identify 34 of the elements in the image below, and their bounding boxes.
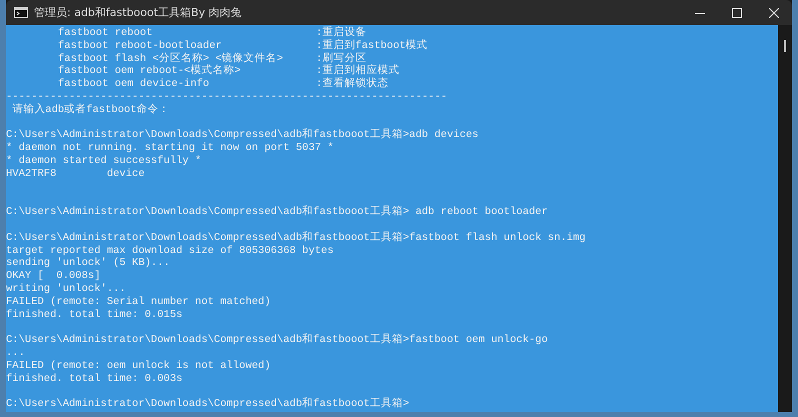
command-text: fastboot reboot: [58, 27, 154, 40]
command-text: fastboot flash <分区名称> <镜像文件名>: [58, 52, 284, 65]
maximize-icon: [732, 8, 742, 18]
console-line: ----------------------------------------------------------------------: [6, 90, 448, 103]
console-line: FAILED (remote: oem unlock is not allowed): [6, 360, 271, 372]
console-line: target reported max download size of 805306368 bytes: [6, 244, 334, 257]
command-description: :重启到fastboot模式: [316, 40, 428, 52]
console-line: 请输入adb或者fastboot命令：: [11, 104, 170, 116]
console-line: * daemon not running. starting it now on port 5037 *: [6, 142, 334, 154]
console-line: finished. total time: 0.015s: [6, 308, 182, 321]
console-line: FAILED (remote: Serial number not matched): [6, 296, 271, 308]
command-text: fastboot oem device-info: [58, 78, 210, 91]
console-line: writing 'unlock'...: [6, 282, 126, 295]
command-description: :刷写分区: [316, 52, 366, 65]
command-text: fastboot reboot-bootloader: [58, 40, 223, 52]
command-description: :查看解锁状态: [316, 78, 388, 91]
console-line: HVA2TRF8 device: [6, 168, 145, 180]
scrollbar-thumb[interactable]: [784, 40, 786, 52]
command-text: fastboot oem reboot-<模式名称>: [58, 65, 242, 78]
console-line: OKAY [ 0.008s]: [6, 270, 101, 282]
console-line: * daemon started successfully *: [6, 154, 202, 167]
console-icon: [14, 7, 28, 18]
console-line: C:\Users\Administrator\Downloads\Compressed\adb和fastbooot工具箱>fastboot flash unlock sn.img: [6, 232, 586, 244]
command-description: :重启设备: [316, 27, 366, 39]
console-line: ...: [6, 346, 25, 359]
console-line: C:\Users\Administrator\Downloads\Compressed\adb和fastbooot工具箱>: [6, 398, 410, 410]
console-line: C:\Users\Administrator\Downloads\Compressed\adb和fastbooot工具箱>fastboot oem unlock-go: [6, 334, 548, 346]
close-icon: [768, 8, 778, 18]
window-title: 管理员: adb和fastbooot工具箱By 肉肉兔: [34, 5, 242, 20]
command-description: :重启到相应模式: [316, 65, 400, 78]
console-line: finished. total time: 0.003s: [6, 372, 182, 385]
console-line: sending 'unlock' (5 KB)...: [6, 257, 170, 270]
console-line: C:\Users\Administrator\Downloads\Compressed\adb和fastbooot工具箱> adb reboot bootloader: [6, 206, 548, 218]
console-line: C:\Users\Administrator\Downloads\Compressed\adb和fastbooot工具箱>adb devices: [6, 129, 478, 142]
